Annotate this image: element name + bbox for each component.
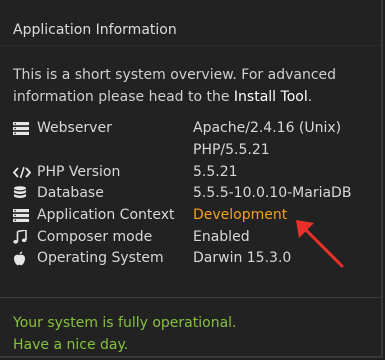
install-tool-link[interactable]: Install Tool <box>234 89 308 105</box>
apple-icon <box>13 250 31 265</box>
application-context-value: Development <box>193 207 288 223</box>
application-information-panel: Application Information This is a short … <box>0 0 383 358</box>
server-icon <box>13 121 31 135</box>
row-value: 5.5.5-10.0.10-MariaDB <box>193 185 352 201</box>
music-note-icon <box>13 230 31 244</box>
intro-end: . <box>307 89 313 105</box>
status-line-operational: Your system is fully operational. <box>13 315 237 331</box>
row-value: Apache/2.4.16 (Unix) <box>193 120 342 136</box>
intro-text: This is a short system overview. For adv… <box>13 64 375 108</box>
panel-title: Application Information <box>13 22 177 38</box>
row-label: Webserver <box>37 120 112 136</box>
row-value-continued: PHP/5.5.21 <box>193 142 270 158</box>
status-message: Your system is fully operational. Have a… <box>13 312 237 356</box>
row-label: Composer mode <box>37 229 153 245</box>
server-icon <box>13 208 31 222</box>
row-label: Operating System <box>37 250 164 266</box>
row-value: Darwin 15.3.0 <box>193 250 292 266</box>
row-value: Enabled <box>193 229 250 245</box>
database-icon <box>13 186 31 200</box>
footer-divider <box>0 297 381 298</box>
row-label: PHP Version <box>37 164 121 180</box>
status-line-nice-day: Have a nice day. <box>13 337 129 353</box>
row-label: Database <box>37 185 104 201</box>
code-icon <box>13 165 31 179</box>
row-label: Application Context <box>37 207 175 223</box>
row-value: 5.5.21 <box>193 164 238 180</box>
header-divider <box>0 45 381 46</box>
annotation-arrow-icon <box>296 220 344 268</box>
